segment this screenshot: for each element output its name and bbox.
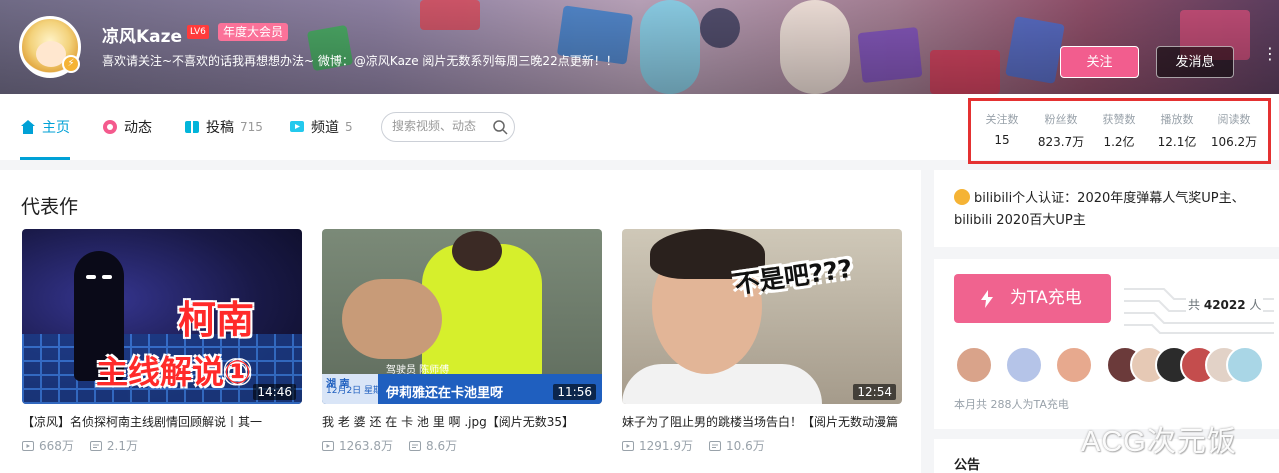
play-count-icon [322,440,334,451]
tab-count: 715 [240,120,263,134]
dynamic-icon [103,120,117,134]
tab-label: 主页 [42,120,70,136]
lightning-icon [981,290,993,308]
video-title[interactable]: 我 老 婆 还 在 卡 池 里 啊 .jpg【阅片无数35】 [322,413,602,430]
cover-text: 柯南 [178,298,255,342]
stat-following[interactable]: 关注数 15 [974,111,1030,147]
video-title[interactable]: 妹子为了阻止男的跳楼当场告白！【阅片无数动漫篇 [622,413,902,430]
danmaku-count: 10.6万 [726,439,765,453]
news-date: 12月2日 星期五 [326,386,392,396]
total-count: 42022 [1203,298,1246,312]
lightning-icon [954,189,970,205]
video-card[interactable]: 柯南 主线解说① 14:46 【凉风】名侦探柯南主线剧情回顾解说丨其一 668万… [22,229,302,454]
fan-avatar[interactable] [1055,346,1093,384]
tab-upload[interactable]: 投稿 715 [184,94,263,160]
vip-badge[interactable]: 年度大会员 [218,23,289,41]
stat-likes: 获赞数 1.2亿 [1091,111,1147,150]
fan-avatar[interactable] [955,346,993,384]
play-count: 1291.9万 [639,439,693,453]
video-title[interactable]: 【凉风】名侦探柯南主线剧情回顾解说丨其一 [22,413,302,430]
cover-text: 主线解说① [96,353,252,391]
channel-icon [290,121,304,132]
play-count: 1263.8万 [339,439,393,453]
charge-button[interactable]: 为TA充电 [954,274,1111,323]
level-badge: LV6 [187,25,209,39]
play-count-icon [622,440,634,451]
fan-avatar[interactable] [1005,346,1043,384]
search-icon[interactable] [492,119,508,135]
total-prefix: 共 [1188,298,1201,312]
stat-value: 15 [994,133,1010,147]
danmaku-icon [409,440,421,451]
danmaku-count: 2.1万 [106,439,138,453]
stat-label: 播放数 [1160,113,1194,126]
message-button[interactable]: 发消息 [1156,46,1234,78]
monthly-charge-text: 本月共 288人为TA充电 [954,398,1069,411]
search-box[interactable] [381,112,515,142]
stat-value: 106.2万 [1210,135,1258,149]
video-meta: 1263.8万 8.6万 [322,437,602,454]
man-figure [342,279,442,359]
stat-label: 关注数 [985,113,1019,126]
play-count: 668万 [39,439,74,453]
tab-home[interactable]: 主页 [20,94,70,160]
video-duration: 14:46 [253,384,296,400]
tab-label: 频道 [311,120,339,136]
stat-value: 1.2亿 [1103,135,1135,149]
certification-text: bilibili个人认证：2020年度弹幕人气奖UP主、bilibili 202… [954,188,1264,232]
stat-fans[interactable]: 粉丝数 823.7万 [1033,111,1089,150]
stat-value: 12.1亿 [1157,135,1197,149]
stat-label: 获赞数 [1102,113,1136,126]
video-cover[interactable]: 柯南 主线解说① 14:46 [22,229,302,404]
fan-avatar[interactable] [1226,346,1264,384]
charge-label: 为TA充电 [1010,288,1082,308]
total-suffix: 人 [1249,298,1262,312]
video-cover[interactable]: 不是吧??? 12:54 [622,229,902,404]
stat-reads: 阅读数 106.2万 [1206,111,1262,150]
follow-button[interactable]: 关注 [1060,46,1139,78]
news-caption: 伊莉雅还在卡池里呀 [386,386,504,401]
stat-value: 823.7万 [1037,135,1085,149]
stat-plays: 播放数 12.1亿 [1149,111,1205,150]
notice-title: 公告 [954,458,981,473]
avatar[interactable]: ⚡ [19,16,81,78]
danmaku-icon [709,440,721,451]
danmaku-icon [89,440,102,451]
tab-label: 动态 [124,120,152,136]
home-icon [21,120,35,134]
tab-label: 投稿 [206,120,234,136]
video-meta: 668万 2.1万 [22,437,302,454]
profile-banner: ⚡ 凉风Kaze LV6 年度大会员 喜欢请关注~不喜欢的话我再想想办法~ 微博… [0,0,1279,94]
tab-dynamic[interactable]: 动态 [102,94,152,160]
certification-label: bilibili个人认证：2020年度弹幕人气奖UP主、bilibili 202… [954,191,1245,228]
section-title: 代表作 [21,196,79,218]
video-duration: 11:56 [553,384,596,400]
verified-icon: ⚡ [62,55,80,73]
username[interactable]: 凉风Kaze [102,22,182,47]
charge-total: 共 42022 人 [1186,296,1264,313]
stat-label: 阅读数 [1217,113,1251,126]
video-card[interactable]: 不是吧??? 12:54 妹子为了阻止男的跳楼当场告白！【阅片无数动漫篇 129… [622,229,902,454]
search-input[interactable] [392,119,488,133]
stat-label: 粉丝数 [1044,113,1078,126]
watermark: ACG次元饭 [1081,426,1237,458]
tab-count: 5 [345,120,353,134]
stats-highlight-box: 关注数 15 粉丝数 823.7万 获赞数 1.2亿 播放数 12.1亿 阅读数… [968,98,1271,164]
video-duration: 12:54 [853,384,896,400]
signature: 喜欢请关注~不喜欢的话我再想想办法~ 微博：@凉风Kaze 阅片无数系列每周三晚… [102,54,618,68]
video-card[interactable]: 湖 南 12月2日 星期五 驾驶员 陈师傅 伊莉雅还在卡池里呀 11:56 我 … [322,229,602,454]
video-meta: 1291.9万 10.6万 [622,437,902,454]
danmaku-count: 8.6万 [426,439,458,453]
upload-icon [185,121,199,133]
video-cover[interactable]: 湖 南 12月2日 星期五 驾驶员 陈师傅 伊莉雅还在卡池里呀 11:56 [322,229,602,404]
play-count-icon [22,440,34,451]
more-menu-icon[interactable]: ⋮ [1262,46,1278,62]
tab-channel[interactable]: 频道 5 [289,94,353,160]
news-role: 驾驶员 陈师傅 [386,365,450,376]
